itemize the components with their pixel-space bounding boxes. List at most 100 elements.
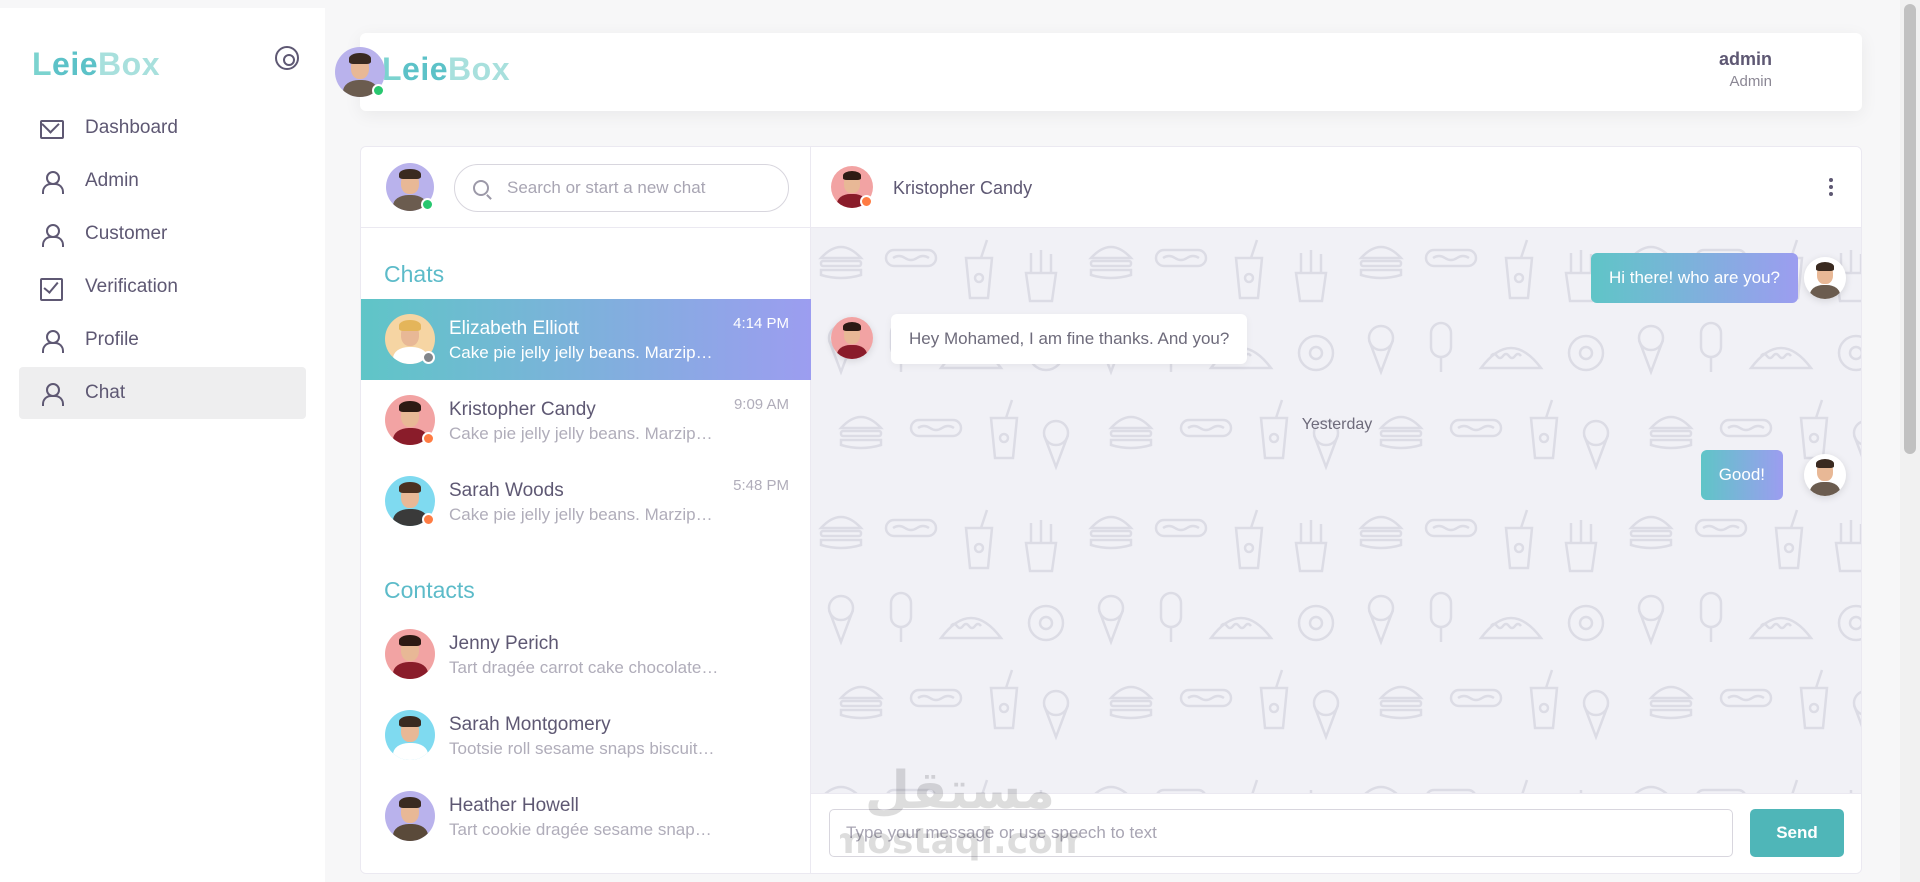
chat-time: 4:14 PM (733, 315, 789, 332)
watermark: مستقل mostaql.com (840, 761, 1080, 862)
chat-time: 5:48 PM (733, 477, 789, 494)
chat-item-elizabeth-elliott[interactable]: Elizabeth Elliott Cake pie jelly jelly b… (361, 299, 811, 380)
contact-message-avatar (831, 317, 873, 359)
message-bubble-out: Hi there! who are you? (1590, 253, 1798, 303)
chat-preview: Cake pie jelly jelly beans. Marzipan lem… (449, 343, 719, 362)
collapse-toggle-icon[interactable] (275, 46, 299, 70)
header-user-role: Admin (1729, 73, 1772, 90)
avatar (385, 791, 435, 841)
contact-item-jenny-perich[interactable]: Jenny Perich Tart dragée carrot cake cho… (361, 614, 811, 695)
sidebar-item-customer[interactable]: Customer (19, 208, 306, 260)
mail-icon (39, 116, 64, 140)
scrollbar-thumb[interactable] (1904, 4, 1916, 454)
chat-name: Elizabeth Elliott (449, 318, 579, 339)
chat-search-input[interactable] (507, 178, 777, 198)
active-contact-name: Kristopher Candy (893, 178, 1033, 198)
chat-time: 9:09 AM (733, 396, 789, 413)
my-message-avatar (1804, 257, 1846, 299)
search-icon (473, 180, 489, 196)
message-bubble-out: Good! (1700, 450, 1783, 500)
header-user-info[interactable]: admin Admin (1719, 49, 1772, 90)
sidebar-item-dashboard[interactable]: Dashboard (19, 102, 306, 154)
contacts-heading: Contacts (384, 577, 475, 603)
user-icon (39, 328, 64, 353)
message-text: Hey Mohamed, I am fine thanks. And you? (909, 329, 1230, 348)
sidebar-item-chat[interactable]: Chat (19, 367, 306, 419)
sidebar-item-label: Profile (85, 329, 139, 350)
contact-preview: Tart dragée carrot cake chocolate bar. (449, 658, 719, 677)
chat-sidebar-header (361, 147, 810, 228)
watermark-arabic: مستقل (865, 761, 1055, 821)
sidebar-item-admin[interactable]: Admin (19, 155, 306, 207)
user-icon (39, 222, 64, 247)
top-header: L eie Box admin Admin (335, 33, 1862, 111)
contact-name: Sarah Montgomery (449, 714, 611, 735)
away-status-dot (860, 195, 873, 208)
chat-name: Sarah Woods (449, 480, 564, 501)
chat-search[interactable] (454, 164, 789, 212)
user-icon (39, 381, 64, 406)
my-message-avatar (1804, 454, 1846, 496)
chat-preview: Cake pie jelly jelly beans. Marzipan lem… (449, 424, 719, 443)
sidebar-item-label: Dashboard (85, 117, 178, 138)
conversation-header: Kristopher Candy (811, 147, 1861, 228)
sidebar-item-verification[interactable]: Verification (19, 261, 306, 313)
contact-item-heather-howell[interactable]: Heather Howell Tart cookie dragée sesame… (361, 776, 811, 857)
contact-preview: Tootsie roll sesame snaps biscuit icing. (449, 739, 719, 758)
avatar (385, 710, 435, 760)
avatar (385, 314, 435, 364)
active-contact-avatar[interactable] (831, 166, 873, 208)
chat-sidebar: Chats Elizabeth Elliott Cake pie jelly j… (361, 147, 811, 873)
header-user-name: admin (1718, 49, 1772, 69)
chat-preview: Cake pie jelly jelly beans. Marzipan lem… (449, 505, 719, 524)
away-status-dot (422, 432, 435, 445)
contact-preview: Tart cookie dragée sesame snaps halvah. (449, 820, 719, 839)
sidebar-item-label: Chat (85, 382, 126, 403)
chat-app: Chats Elizabeth Elliott Cake pie jelly j… (360, 146, 1862, 874)
sidebar-item-label: Customer (85, 223, 168, 244)
contact-name: Heather Howell (449, 795, 579, 816)
sidebar-logo[interactable]: L eie Box (32, 46, 160, 83)
sidebar: L eie Box Dashboard Admin Customer Verif… (0, 8, 325, 882)
header-logo[interactable]: L eie Box (382, 51, 510, 88)
send-button[interactable]: Send (1750, 809, 1844, 857)
offline-status-dot (422, 351, 435, 364)
chat-name: Kristopher Candy (449, 399, 596, 420)
contact-name: Jenny Perich (449, 633, 559, 654)
food-pattern-background (811, 228, 1861, 793)
avatar (385, 629, 435, 679)
watermark-latin: mostaql.com (840, 821, 1080, 862)
sidebar-item-profile[interactable]: Profile (19, 314, 306, 366)
logo-letter: L (32, 46, 53, 82)
avatar (385, 476, 435, 526)
user-icon (39, 169, 64, 194)
sidebar-item-label: Verification (85, 276, 178, 297)
more-vertical-icon[interactable] (1829, 178, 1833, 196)
sidebar-item-label: Admin (85, 170, 139, 191)
chats-heading: Chats (384, 261, 445, 287)
message-bubble-in: Hey Mohamed, I am fine thanks. And you? (891, 314, 1248, 364)
away-status-dot (422, 513, 435, 526)
check-square-icon (39, 275, 63, 301)
online-status-dot (372, 84, 385, 97)
logo-word-box: Box (98, 46, 160, 82)
page-scrollbar[interactable] (1900, 0, 1920, 882)
chat-item-sarah-woods[interactable]: Sarah Woods Cake pie jelly jelly beans. … (361, 461, 811, 542)
chat-list: Elizabeth Elliott Cake pie jelly jelly b… (361, 299, 811, 542)
chat-item-kristopher-candy[interactable]: Kristopher Candy Cake pie jelly jelly be… (361, 380, 811, 461)
date-divider: Yesterday (1301, 416, 1373, 433)
header-avatar[interactable] (335, 47, 385, 97)
online-status-dot (421, 198, 434, 211)
sidebar-nav: Dashboard Admin Customer Verification Pr… (19, 102, 306, 420)
message-list: Hi there! who are you? Hey Mohamed, I am… (811, 228, 1861, 793)
message-text: Hi there! who are you? (1608, 268, 1780, 287)
contact-item-sarah-montgomery[interactable]: Sarah Montgomery Tootsie roll sesame sna… (361, 695, 811, 776)
avatar (385, 395, 435, 445)
contact-list: Jenny Perich Tart dragée carrot cake cho… (361, 614, 811, 857)
logo-word: eie (402, 51, 449, 87)
message-text: Good! (1718, 465, 1765, 484)
logo-word: eie (52, 46, 99, 82)
logo-word-box: Box (448, 51, 510, 87)
my-avatar[interactable] (386, 163, 434, 211)
logo-letter: L (382, 51, 403, 87)
